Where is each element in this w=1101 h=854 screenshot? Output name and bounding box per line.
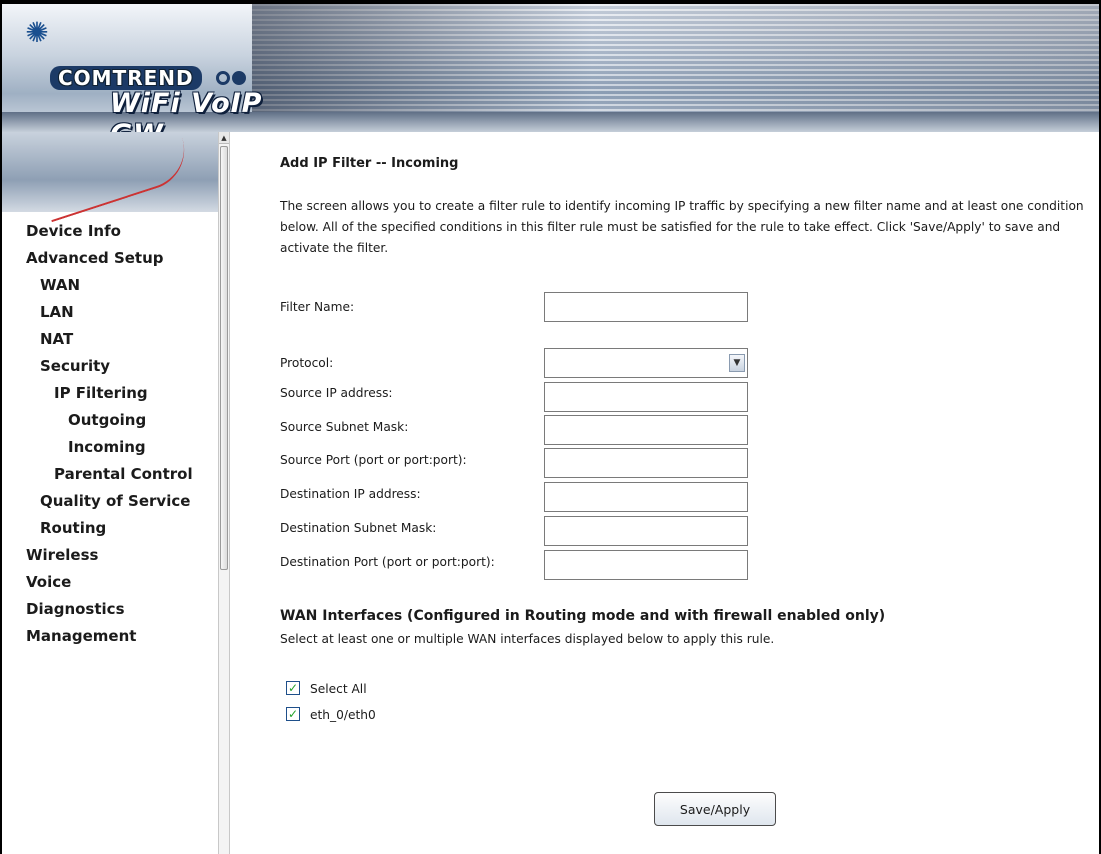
select-all-checkbox[interactable]: ✓ [286,681,300,695]
sidebar-item-voice[interactable]: Voice [2,569,218,596]
globe-icon: ✺ [25,16,49,49]
sidebar-banner [2,132,218,223]
scroll-thumb[interactable] [220,146,228,570]
sidebar-item-device-info[interactable]: Device Info [2,218,218,245]
sidebar-swoosh [39,137,195,223]
source-ip-input[interactable] [544,382,748,412]
logo: ✺ COMTREND WiFi VoIP GW [14,12,274,132]
select-all-label: Select All [310,682,367,696]
logo-circles [216,70,248,89]
source-mask-label: Source Subnet Mask: [280,420,409,434]
page-title: Add IP Filter -- Incoming [280,156,459,171]
sidebar-scrollbar[interactable]: ▲ [218,132,230,854]
brand-name: COMTREND [50,66,202,90]
wan-interface-label: eth_0/eth0 [310,708,376,722]
source-port-label: Source Port (port or port:port): [280,453,467,467]
source-mask-input[interactable] [544,415,748,445]
sidebar-item-lan[interactable]: LAN [2,299,218,326]
header-banner: ✺ COMTREND WiFi VoIP GW [2,4,1099,132]
source-ip-label: Source IP address: [280,386,393,400]
filter-name-input[interactable] [544,292,748,322]
chevron-down-icon[interactable]: ▼ [729,354,745,372]
protocol-label: Protocol: [280,356,334,370]
sidebar-item-incoming[interactable]: Incoming [2,434,218,461]
scroll-up-icon[interactable]: ▲ [219,132,229,144]
sidebar-item-routing[interactable]: Routing [2,515,218,542]
sidebar-item-security[interactable]: Security [2,353,218,380]
protocol-select[interactable]: ▼ [544,348,748,378]
destination-ip-input[interactable] [544,482,748,512]
sidebar-item-management[interactable]: Management [2,623,218,650]
page-description: The screen allows you to create a filter… [280,199,1084,255]
wan-interfaces-description: Select at least one or multiple WAN inte… [280,632,775,646]
wan-interface-checkbox[interactable]: ✓ [286,707,300,721]
sidebar-item-wan[interactable]: WAN [2,272,218,299]
destination-mask-label: Destination Subnet Mask: [280,521,437,535]
wan-interfaces-title: WAN Interfaces (Configured in Routing mo… [280,608,886,624]
destination-ip-label: Destination IP address: [280,487,421,501]
filter-name-label: Filter Name: [280,300,355,314]
sidebar-nav: Device Info Advanced Setup WAN LAN NAT Securi… [2,218,218,650]
sidebar-item-outgoing[interactable]: Outgoing [2,407,218,434]
sidebar-item-nat[interactable]: NAT [2,326,218,353]
sidebar-item-ip-filtering[interactable]: IP Filtering [2,380,218,407]
product-name: WiFi VoIP GW [110,88,263,132]
sidebar: Device Info Advanced Setup WAN LAN NAT Securi… [2,132,218,854]
save-apply-button[interactable]: Save/Apply [654,792,776,826]
destination-mask-input[interactable] [544,516,748,546]
source-port-input[interactable] [544,448,748,478]
main-content: Add IP Filter -- Incoming The screen all… [232,132,1099,854]
sidebar-item-quality-of-service[interactable]: Quality of Service [2,488,218,515]
destination-port-input[interactable] [544,550,748,580]
sidebar-item-advanced-setup[interactable]: Advanced Setup [2,245,218,272]
sidebar-item-wireless[interactable]: Wireless [2,542,218,569]
sidebar-item-diagnostics[interactable]: Diagnostics [2,596,218,623]
destination-port-label: Destination Port (port or port:port): [280,555,495,569]
sidebar-item-parental-control[interactable]: Parental Control [2,461,218,488]
